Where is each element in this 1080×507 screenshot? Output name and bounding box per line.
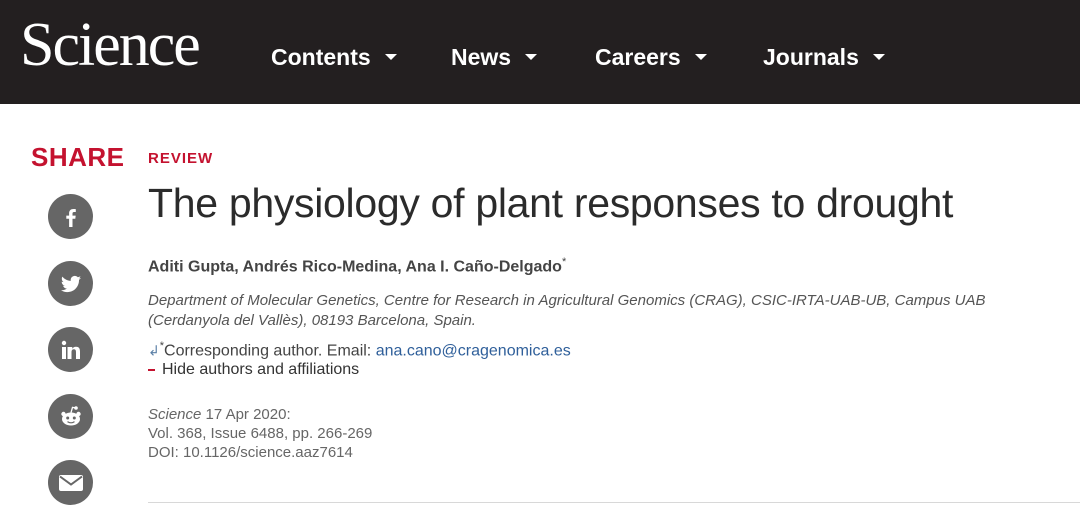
facebook-icon bbox=[65, 208, 76, 227]
chevron-down-icon bbox=[694, 54, 707, 60]
hide-authors-label: Hide authors and affiliations bbox=[162, 361, 360, 378]
nav-news-label: News bbox=[451, 43, 512, 70]
science-logo[interactable]: Science bbox=[20, 10, 201, 80]
hide-authors-toggle[interactable]: Hide authors and affiliations bbox=[148, 361, 359, 379]
chevron-down-icon bbox=[525, 54, 538, 60]
share-twitter-button[interactable] bbox=[48, 261, 93, 306]
nav-journals-label: Journals bbox=[763, 43, 859, 70]
corresponding-author: ↲*Corresponding author. Email: ana.cano@… bbox=[148, 340, 571, 360]
citation-journal: Science bbox=[148, 406, 202, 423]
citation-date: 17 Apr 2020: bbox=[201, 406, 291, 423]
top-nav-bar: Science Contents News Careers Journals bbox=[0, 0, 1080, 104]
share-reddit-button[interactable] bbox=[48, 394, 93, 439]
share-facebook-button[interactable] bbox=[48, 194, 93, 239]
author-names[interactable]: Aditi Gupta, Andrés Rico-Medina, Ana I. … bbox=[148, 258, 562, 275]
citation-volume: Vol. 368, Issue 6488, pp. 266-269 bbox=[148, 425, 373, 442]
email-icon bbox=[58, 474, 83, 491]
nav-careers[interactable]: Careers bbox=[595, 40, 707, 74]
reddit-icon bbox=[60, 405, 81, 425]
nav-careers-label: Careers bbox=[595, 43, 681, 70]
nav-contents-label: Contents bbox=[271, 43, 371, 70]
twitter-icon bbox=[60, 275, 81, 292]
share-email-button[interactable] bbox=[48, 460, 93, 505]
return-arrow-icon[interactable]: ↲ bbox=[148, 342, 160, 358]
nav-contents[interactable]: Contents bbox=[271, 40, 397, 74]
share-linkedin-button[interactable] bbox=[48, 327, 93, 372]
minus-icon bbox=[148, 369, 155, 371]
nav-news[interactable]: News bbox=[451, 40, 538, 74]
article-type-label: REVIEW bbox=[148, 150, 214, 167]
author-list: Aditi Gupta, Andrés Rico-Medina, Ana I. … bbox=[148, 256, 566, 276]
author-affiliation: Department of Molecular Genetics, Centre… bbox=[148, 292, 986, 329]
section-divider bbox=[148, 502, 1080, 503]
citation-journal-line: Science 17 Apr 2020: bbox=[148, 405, 372, 424]
chevron-down-icon bbox=[872, 54, 885, 60]
corresponding-text: Corresponding author. Email: bbox=[164, 342, 376, 360]
share-heading: SHARE bbox=[31, 142, 125, 172]
author-footnote-marker: * bbox=[561, 256, 567, 268]
citation-block: Science 17 Apr 2020: Vol. 368, Issue 648… bbox=[148, 405, 372, 462]
linkedin-icon bbox=[61, 340, 80, 359]
corresponding-email-link[interactable]: ana.cano@cragenomica.es bbox=[376, 342, 571, 359]
chevron-down-icon bbox=[384, 54, 397, 60]
citation-doi: DOI: 10.1126/science.aaz7614 bbox=[148, 444, 353, 461]
nav-journals[interactable]: Journals bbox=[763, 40, 885, 74]
article-title: The physiology of plant responses to dro… bbox=[148, 180, 954, 226]
